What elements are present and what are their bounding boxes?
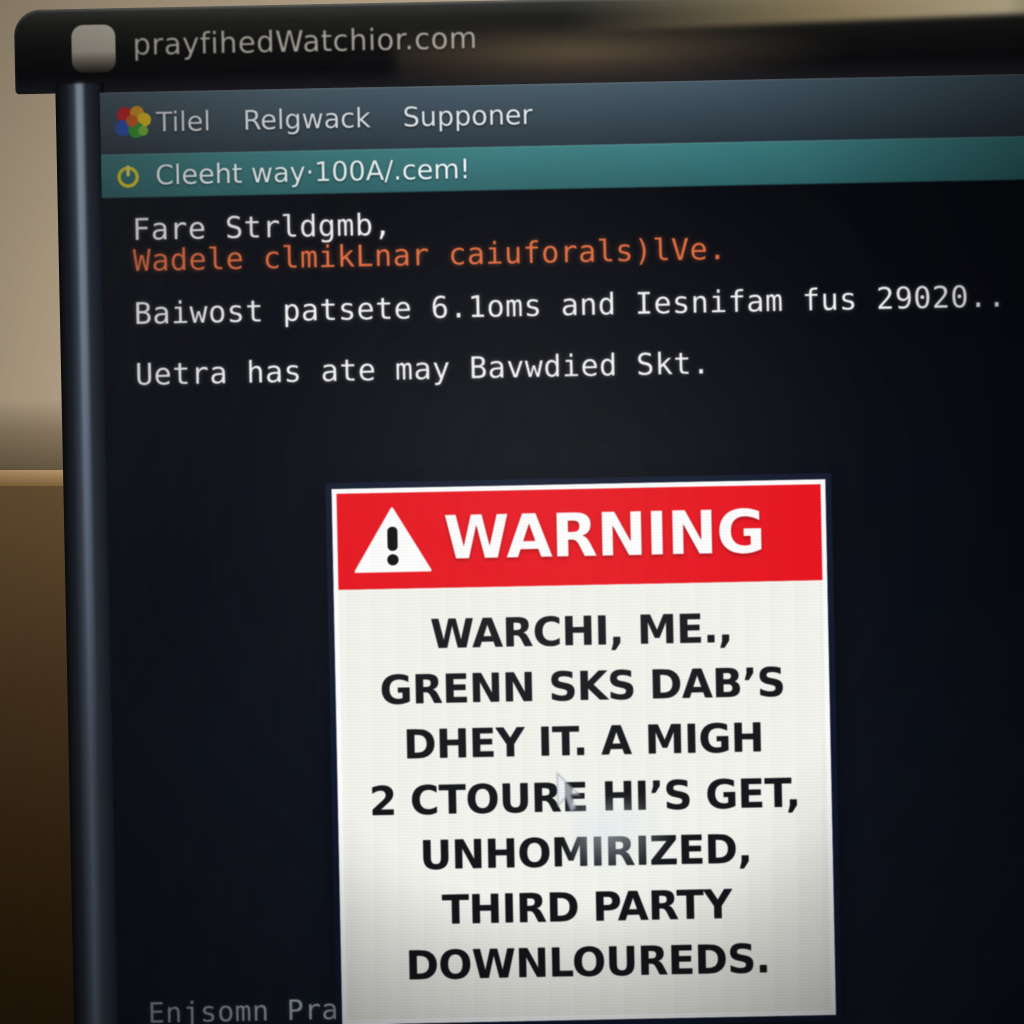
menu-item-tilel[interactable]: Tilel — [156, 106, 211, 138]
terminal-line: Baiwost patsete 6.1oms and Iesnifam fus … — [133, 279, 1007, 332]
monitor-brand-text: prayfihedWatchior.com — [132, 20, 478, 62]
warning-body-line: THIRD PARTY — [441, 882, 733, 934]
warning-body-line: UNHOMIRIZED, — [419, 826, 753, 880]
warning-dialog-body: WARCHI, ME., GRENN SKS DAB’S DHEY IT. A … — [338, 580, 832, 1021]
warning-dialog-title: WARNING — [442, 497, 766, 574]
warning-dialog-header: WARNING — [336, 484, 823, 590]
bezel-left-shine — [75, 82, 103, 1024]
warning-body-line: DOWNLOUREDS. — [405, 936, 771, 990]
warning-body-line: DHEY IT. A MIGH — [402, 715, 765, 769]
flower-logo-icon[interactable] — [112, 103, 153, 144]
warning-body-line: GRENN SKS DAB’S — [379, 660, 786, 715]
menu-item-relgwack[interactable]: Relgwack — [243, 103, 372, 137]
terminal-line: Uetra has ate may Bavwdied Skt. — [134, 346, 711, 393]
warning-triangle-icon — [353, 504, 432, 576]
photo-scene: prayfihedWatchior.com Tilel Relgwack Sup… — [0, 0, 1024, 1024]
terminal-body: Fare Strldgmb, Wadele clmikLnar caiufora… — [101, 179, 1024, 1024]
menu-item-supponer[interactable]: Supponer — [402, 99, 532, 133]
warning-dialog[interactable]: WARNING WARCHI, ME., GRENN SKS DAB’S DHE… — [325, 472, 843, 1024]
power-icon[interactable] — [115, 163, 142, 190]
warning-body-line: WARCHI, ME., — [429, 606, 734, 659]
monitor: prayfihedWatchior.com Tilel Relgwack Sup… — [8, 0, 1024, 1024]
screen: Tilel Relgwack Supponer Cleeht way·100A/… — [99, 73, 1024, 1024]
warning-body-line: 2 CTOURE HI’S GET, — [368, 770, 801, 825]
status-bar-text: Cleeht way·100A/.cem! — [154, 153, 471, 191]
webcam-icon — [71, 24, 117, 74]
